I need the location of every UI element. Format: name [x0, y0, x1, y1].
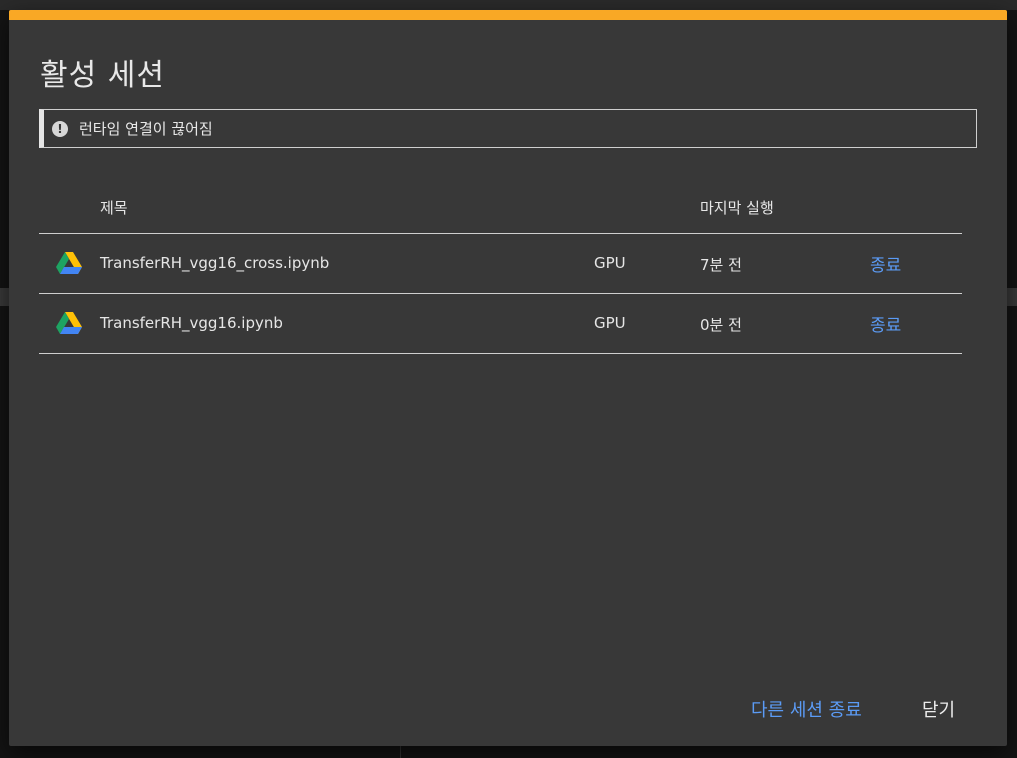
table-row: TransferRH_vgg16_cross.ipynb GPU 7분 전 종료 [39, 234, 962, 294]
background-divider [0, 288, 9, 306]
active-sessions-dialog: 활성 세션 ! 런타임 연결이 끊어짐 제목 마지막 실행 TransferRH… [9, 10, 1007, 746]
alert-text: 런타임 연결이 끊어짐 [79, 120, 213, 138]
sessions-table: 제목 마지막 실행 TransferRH_vgg16_cross.ipynb G… [39, 188, 962, 354]
google-drive-icon [56, 312, 82, 334]
google-drive-icon [56, 252, 82, 274]
table-row: TransferRH_vgg16.ipynb GPU 0분 전 종료 [39, 294, 962, 354]
dialog-accent-bar [9, 10, 1007, 20]
accelerator-type: GPU [594, 314, 626, 332]
header-title: 제목 [100, 199, 128, 217]
notebook-name: TransferRH_vgg16.ipynb [100, 314, 283, 332]
table-header: 제목 마지막 실행 [39, 188, 962, 234]
last-run-time: 7분 전 [700, 256, 742, 274]
notebook-name: TransferRH_vgg16_cross.ipynb [100, 254, 330, 272]
header-last-run: 마지막 실행 [700, 199, 774, 217]
background-panel-edge [400, 746, 401, 758]
accelerator-type: GPU [594, 254, 626, 272]
background-toolbar [0, 0, 1017, 10]
background-divider [1007, 288, 1017, 306]
close-button[interactable]: 닫기 [922, 696, 955, 722]
exclamation-circle-icon: ! [52, 120, 68, 137]
end-other-sessions-button[interactable]: 다른 세션 종료 [751, 696, 862, 722]
terminate-session-button[interactable]: 종료 [870, 251, 901, 276]
last-run-time: 0분 전 [700, 316, 742, 334]
runtime-disconnected-alert: ! 런타임 연결이 끊어짐 [39, 109, 977, 148]
terminate-session-button[interactable]: 종료 [870, 311, 901, 336]
dialog-title: 활성 세션 [40, 58, 165, 93]
